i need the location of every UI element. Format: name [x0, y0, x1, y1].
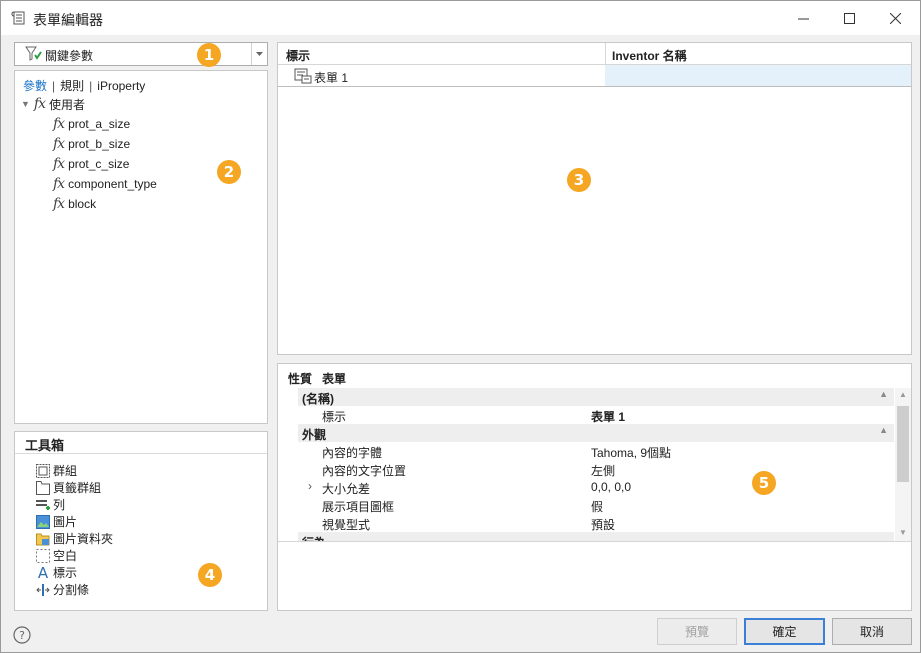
parameter-name: block: [68, 197, 97, 211]
scroll-up-icon[interactable]: ▲: [899, 390, 907, 399]
toolbox-item-empty-space[interactable]: 空白: [35, 547, 77, 564]
row-label: 表單 1: [314, 71, 349, 85]
form-layout-grid: 標示 Inventor 名稱 表單 1: [277, 42, 912, 355]
svg-text:?: ?: [19, 629, 25, 642]
tab-parameters[interactable]: 參數: [23, 79, 47, 93]
tree-group-user[interactable]: ▼ fx 使用者: [21, 94, 85, 114]
minimize-icon: [797, 18, 809, 19]
picture-folder-icon: [35, 531, 51, 546]
fx-icon: fx: [53, 116, 65, 132]
expand-caret-icon[interactable]: ▼: [21, 99, 30, 109]
parameter-filter-dropdown[interactable]: 關鍵參數: [14, 42, 268, 66]
cancel-button[interactable]: 取消: [832, 618, 912, 645]
column-header-inventor-name[interactable]: Inventor 名稱: [612, 47, 687, 64]
parameter-name: prot_a_size: [68, 117, 131, 131]
category-appearance[interactable]: 外觀 ▲: [298, 424, 894, 442]
label-icon: A: [37, 563, 49, 582]
collapse-icon[interactable]: ▲: [879, 389, 888, 399]
fx-icon: fx: [33, 96, 46, 112]
property-row[interactable]: › 大小允差 0,0, 0,0: [298, 478, 894, 496]
toolbox-item-group[interactable]: 群組: [35, 462, 77, 479]
tree-item[interactable]: fx component_type: [53, 174, 157, 194]
chevron-right-icon[interactable]: ›: [308, 479, 312, 493]
toolbox-panel: 工具箱 群組 頁籤群組 列 圖片 圖片資料夾 空白 A 標示 分割條: [14, 431, 268, 611]
toolbox-item-label[interactable]: A 標示: [35, 563, 77, 582]
category-name[interactable]: (名稱) ▲: [298, 388, 894, 406]
row-icon: [35, 497, 51, 512]
column-header-label[interactable]: 標示: [286, 47, 310, 64]
property-row[interactable]: 視覺型式 預設: [298, 514, 894, 532]
toolbox-item-picture[interactable]: 圖片: [35, 513, 77, 530]
properties-panel: 性質 表單 (名稱) ▲ 標示 表單 1 外觀 ▲ 內容的字體 Tahoma, …: [277, 363, 912, 611]
toolbox-item-row[interactable]: 列: [35, 496, 65, 513]
properties-title: 性質 表單: [288, 372, 347, 386]
grid-header: 標示 Inventor 名稱: [278, 43, 911, 65]
toolbox-item-splitter[interactable]: 分割條: [35, 581, 89, 598]
callout-marker: 4: [198, 563, 222, 587]
parameter-tree-panel: 參數 | 規則 | iProperty ▼ fx 使用者 fx prot_a_size …: [14, 70, 268, 424]
parameter-filter-value: 關鍵參數: [45, 49, 94, 63]
window-title: 表單編輯器: [33, 12, 103, 28]
callout-marker: 5: [752, 471, 776, 495]
scrollbar-thumb[interactable]: [897, 406, 909, 482]
property-row[interactable]: 內容的文字位置 左側: [298, 460, 894, 478]
property-row[interactable]: 標示 表單 1: [298, 406, 894, 424]
tab-group-icon: [35, 480, 51, 495]
scroll-down-icon[interactable]: ▼: [899, 528, 907, 537]
table-row[interactable]: 表單 1: [278, 65, 911, 87]
collapse-icon[interactable]: ▲: [879, 425, 888, 435]
tree-item[interactable]: fx prot_a_size: [53, 114, 130, 134]
tab-iproperty[interactable]: iProperty: [97, 79, 145, 93]
callout-marker: 3: [567, 168, 591, 192]
parameter-tabs: 參數 | 規則 | iProperty: [23, 79, 146, 93]
close-icon: [889, 12, 901, 24]
tab-rules[interactable]: 規則: [60, 79, 84, 93]
category-behavior[interactable]: 行為: [298, 532, 894, 541]
parameter-name: prot_b_size: [68, 137, 131, 151]
fx-icon: fx: [53, 136, 65, 152]
parameter-name: component_type: [68, 177, 157, 191]
fx-icon: fx: [53, 176, 65, 192]
toolbox-title: 工具箱: [25, 438, 65, 453]
form-editor-icon: [11, 11, 25, 25]
tree-item[interactable]: fx prot_b_size: [53, 134, 130, 154]
maximize-icon: [843, 12, 855, 24]
property-row[interactable]: 內容的字體 Tahoma, 9個點: [298, 442, 894, 460]
form-editor-window: 表單編輯器 關鍵參數 參數|規則|iProperty ▼ fx 使用者: [0, 0, 921, 653]
callout-marker: 1: [197, 43, 221, 67]
minimize-button[interactable]: [780, 1, 826, 35]
ok-button[interactable]: 確定: [744, 618, 825, 645]
toolbox-item-picture-folder[interactable]: 圖片資料夾: [35, 530, 113, 547]
tree-item[interactable]: fx prot_c_size: [53, 154, 129, 174]
close-button[interactable]: [872, 1, 918, 35]
tree-item[interactable]: fx block: [53, 194, 96, 214]
filter-icon: [25, 46, 42, 61]
toolbox-item-tab-group[interactable]: 頁籤群組: [35, 479, 101, 496]
help-icon[interactable]: ?: [13, 626, 31, 644]
splitter-icon: [35, 582, 51, 597]
tree-group-label: 使用者: [49, 97, 86, 112]
fx-icon: fx: [53, 156, 65, 172]
properties-scrollbar[interactable]: ▲ ▼: [895, 388, 911, 541]
picture-icon: [35, 514, 51, 529]
property-row[interactable]: 展示項目圖框 假: [298, 496, 894, 514]
toolbox-header: 工具箱: [15, 432, 267, 454]
group-icon: [35, 463, 51, 478]
inventor-name-cell[interactable]: [605, 65, 911, 86]
maximize-button[interactable]: [826, 1, 872, 35]
empty-space-icon: [35, 548, 51, 563]
dropdown-arrow[interactable]: [251, 43, 267, 65]
chevron-down-icon: [256, 52, 263, 56]
title-bar: 表單編輯器: [1, 1, 920, 35]
parameter-name: prot_c_size: [68, 157, 130, 171]
fx-icon: fx: [53, 196, 65, 212]
form-icon: [294, 68, 312, 84]
property-grid: (名稱) ▲ 標示 表單 1 外觀 ▲ 內容的字體 Tahoma, 9個點 內容…: [278, 388, 911, 542]
callout-marker: 2: [217, 160, 241, 184]
preview-button[interactable]: 預覽: [657, 618, 737, 645]
